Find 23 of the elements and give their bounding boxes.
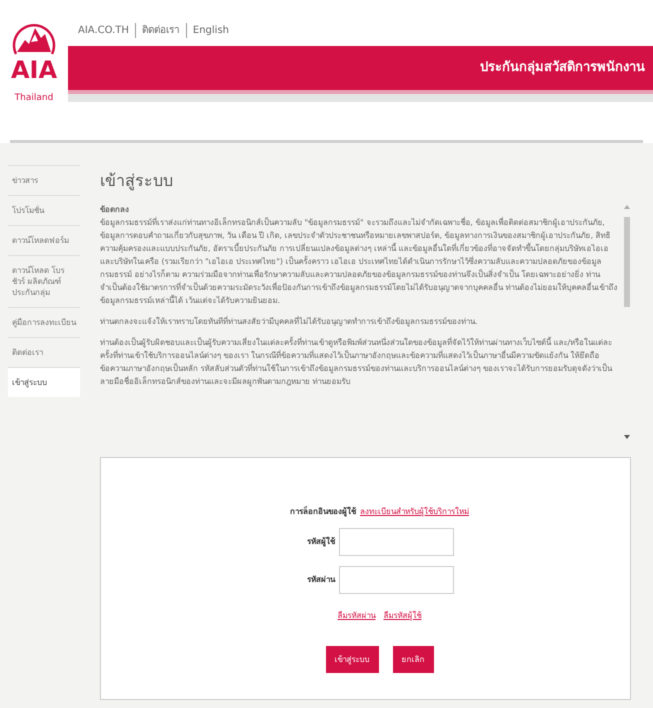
- sidebar-item[interactable]: ดาวน์โหลด โบรชัวร์ ผลิตภัณฑ์ประกันกลุ่ม: [8, 255, 80, 307]
- form-button[interactable]: ยกเลิก: [392, 646, 434, 673]
- page-title: เข้าสู่ระบบ: [100, 170, 174, 192]
- form-button[interactable]: เข้าสู่ระบบ: [326, 646, 378, 673]
- top-link[interactable]: ติดต่อเรา: [134, 22, 180, 38]
- banner-title: ประกันกลุ่มสวัสดิการพนักงาน: [480, 59, 645, 78]
- logo-text: AIA: [10, 58, 58, 82]
- field-label: รหัสผู้ใช้: [306, 536, 335, 548]
- top-link[interactable]: English: [186, 22, 229, 38]
- sidebar-item[interactable]: ดาวน์โหลดฟอร์ม: [8, 225, 80, 255]
- input-field[interactable]: [339, 528, 454, 556]
- sidebar-item[interactable]: เข้าสู่ระบบ: [8, 367, 80, 397]
- logo-caption: Thailand: [14, 92, 54, 105]
- top-link[interactable]: AIA.CO.TH: [78, 22, 129, 38]
- input-field[interactable]: [339, 566, 454, 594]
- sidebar-item[interactable]: ข่าวสาร: [8, 165, 80, 195]
- register-link[interactable]: ลงทะเบียนสำหรับผู้ใช้บริการใหม่: [360, 506, 469, 518]
- field-label: รหัสผ่าน: [306, 574, 335, 586]
- help-link[interactable]: ลืมรหัสผู้ใช้: [384, 610, 422, 622]
- help-link[interactable]: ลืมรหัสผ่าน: [338, 610, 376, 622]
- login-label: การล็อกอินของผู้ใช้: [290, 506, 356, 518]
- sidebar-item[interactable]: คู่มือการลงทะเบียน: [8, 307, 80, 337]
- sidebar-item[interactable]: โปรโมชั่น: [8, 195, 80, 225]
